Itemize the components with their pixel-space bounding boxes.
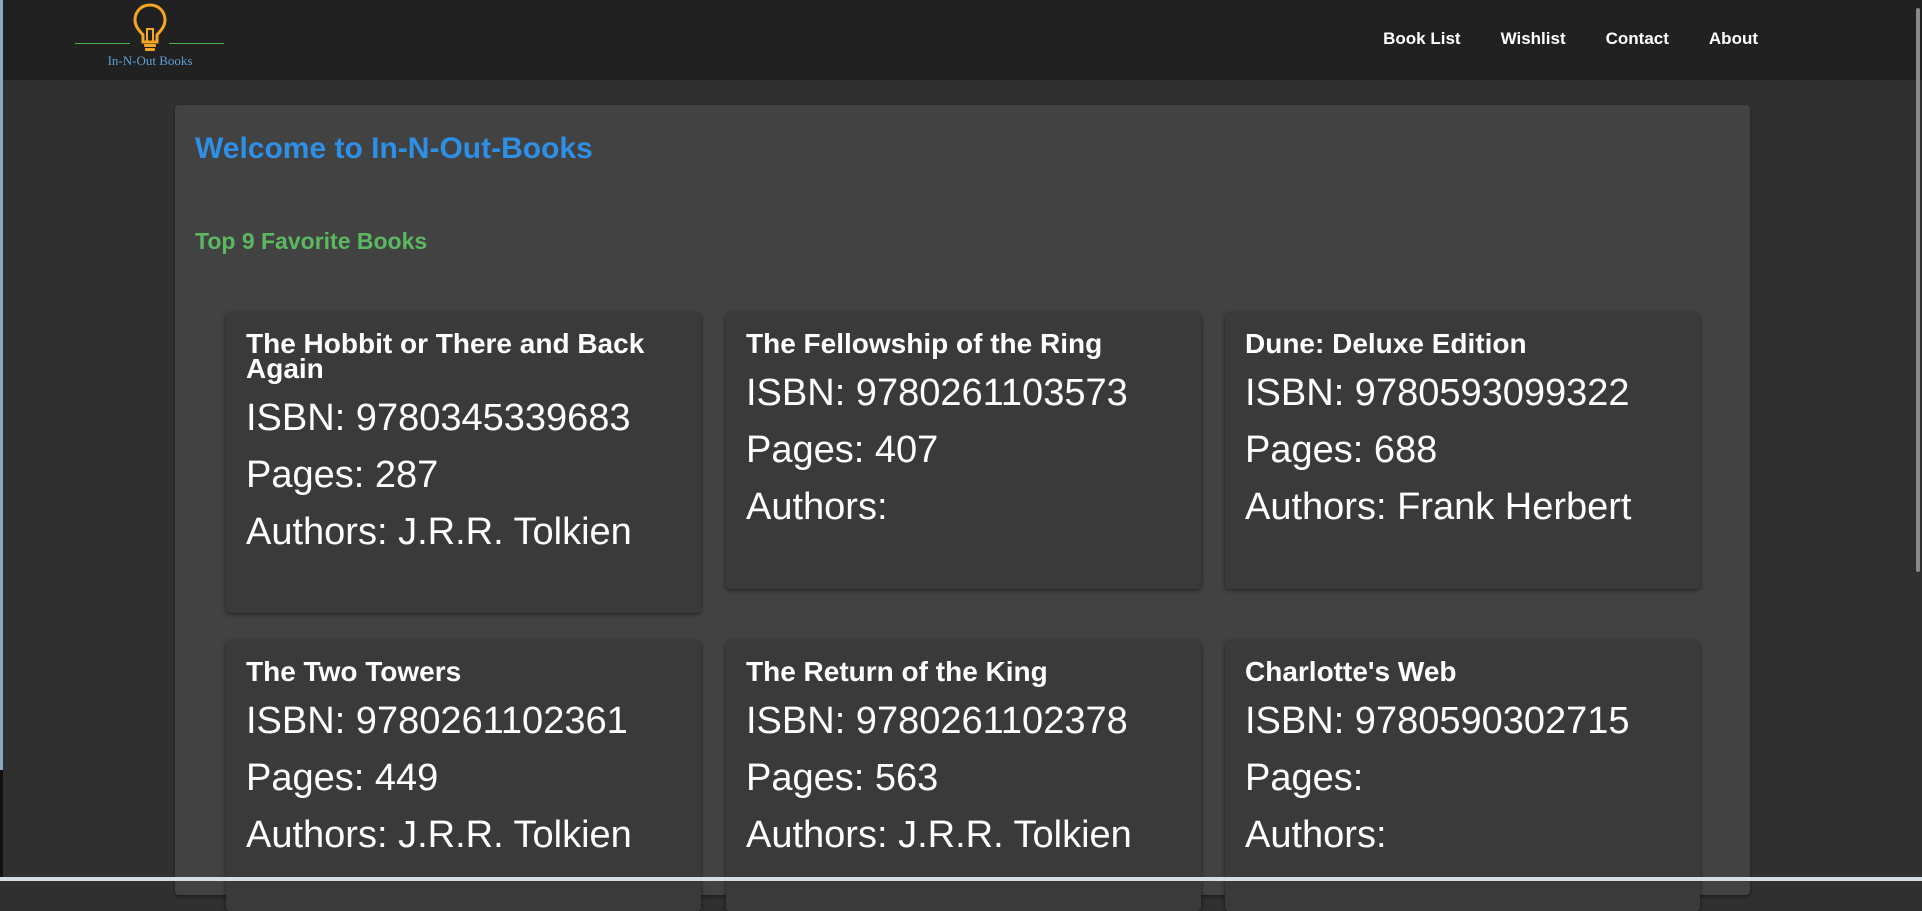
page-scrollbar[interactable] (1916, 8, 1920, 572)
book-authors: Authors: Frank Herbert (1245, 486, 1632, 528)
book-card[interactable]: Dune: Deluxe Edition ISBN: 9780593099322… (1225, 313, 1700, 589)
book-pages: Pages: 449 (246, 757, 439, 799)
book-authors: Authors: J.R.R. Tolkien (746, 814, 1132, 856)
main-nav: Book List Wishlist Contact About (1383, 29, 1758, 49)
book-pages: Pages: 563 (746, 757, 939, 799)
book-isbn: ISBN: 9780261103573 (746, 372, 1128, 414)
book-isbn: ISBN: 9780345339683 (246, 397, 631, 439)
nav-book-list[interactable]: Book List (1383, 29, 1460, 49)
book-title: The Fellowship of the Ring (746, 328, 1103, 359)
book-isbn: ISBN: 9780593099322 (1245, 372, 1630, 414)
main-content-card: Welcome to In-N-Out-Books Top 9 Favorite… (175, 105, 1750, 911)
book-title: Dune: Deluxe Edition (1245, 328, 1527, 359)
logo-text: In-N-Out Books (107, 53, 193, 68)
window-left-edge (0, 0, 3, 770)
top-navbar: In-N-Out Books Book List Wishlist Contac… (3, 0, 1922, 80)
lightbulb-icon (133, 3, 167, 51)
window-bottom-edge (0, 877, 1922, 881)
nav-contact[interactable]: Contact (1606, 29, 1669, 49)
book-title: The Hobbit or There and Back Again (246, 328, 645, 384)
book-pages: Pages: 688 (1245, 429, 1438, 471)
logo-line-right (169, 43, 224, 44)
site-logo[interactable]: In-N-Out Books (72, 2, 228, 72)
book-card[interactable]: The Two Towers ISBN: 9780261102361 Pages… (226, 641, 701, 911)
book-authors: Authors: J.R.R. Tolkien (246, 511, 632, 553)
book-pages: Pages: 287 (246, 454, 439, 496)
book-title: Charlotte's Web (1245, 656, 1457, 687)
book-pages: Pages: (1245, 757, 1364, 799)
nav-wishlist[interactable]: Wishlist (1501, 29, 1566, 49)
logo-line-left (75, 43, 130, 44)
book-card[interactable]: The Return of the King ISBN: 97802611023… (726, 641, 1201, 911)
book-card[interactable]: The Fellowship of the Ring ISBN: 9780261… (726, 313, 1201, 589)
book-title: The Return of the King (746, 656, 1048, 687)
book-isbn: ISBN: 9780261102378 (746, 700, 1128, 742)
book-card[interactable]: The Hobbit or There and Back Again ISBN:… (226, 313, 701, 613)
window-left-edge-lower (0, 770, 3, 881)
book-authors: Authors: (746, 486, 888, 528)
book-title: The Two Towers (246, 656, 462, 687)
book-isbn: ISBN: 9780590302715 (1245, 700, 1630, 742)
book-authors: Authors: J.R.R. Tolkien (246, 814, 632, 856)
book-authors: Authors: (1245, 814, 1387, 856)
book-pages: Pages: 407 (746, 429, 939, 471)
page-title: Welcome to In-N-Out-Books (195, 132, 593, 165)
book-isbn: ISBN: 9780261102361 (246, 700, 628, 742)
nav-about[interactable]: About (1709, 29, 1758, 49)
section-title: Top 9 Favorite Books (195, 228, 428, 254)
book-card[interactable]: Charlotte's Web ISBN: 9780590302715 Page… (1225, 641, 1700, 911)
